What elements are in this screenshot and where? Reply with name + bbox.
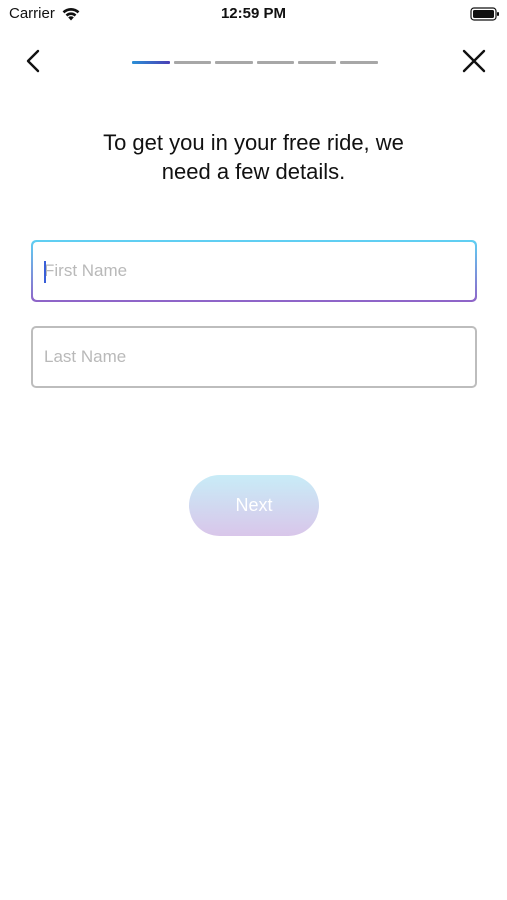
back-button[interactable]	[17, 46, 51, 80]
progress-step-5	[298, 61, 336, 64]
first-name-field	[31, 240, 477, 302]
progress-step-6	[339, 61, 378, 64]
last-name-field	[31, 326, 477, 388]
last-name-input[interactable]	[44, 328, 464, 386]
progress-step-2	[173, 61, 212, 64]
chevron-left-icon	[24, 49, 44, 78]
progress-step-4	[256, 61, 295, 64]
progress-step-1	[132, 61, 170, 64]
close-button[interactable]	[457, 46, 491, 80]
heading-line-1: To get you in your free ride, we	[103, 130, 404, 155]
first-name-field-inner	[33, 242, 475, 300]
status-bar: Carrier 12:59 PM	[0, 0, 507, 28]
next-button[interactable]: Next	[189, 475, 319, 536]
heading-line-2: need a few details.	[161, 159, 346, 184]
first-name-input[interactable]	[44, 242, 464, 300]
text-caret	[44, 261, 46, 283]
page-heading: To get you in your free ride, we need a …	[60, 128, 447, 186]
clock: 12:59 PM	[220, 5, 287, 22]
battery-icon	[470, 6, 500, 22]
progress-step-3	[215, 61, 253, 64]
close-icon	[462, 49, 486, 78]
step-progress-bar	[132, 61, 378, 64]
